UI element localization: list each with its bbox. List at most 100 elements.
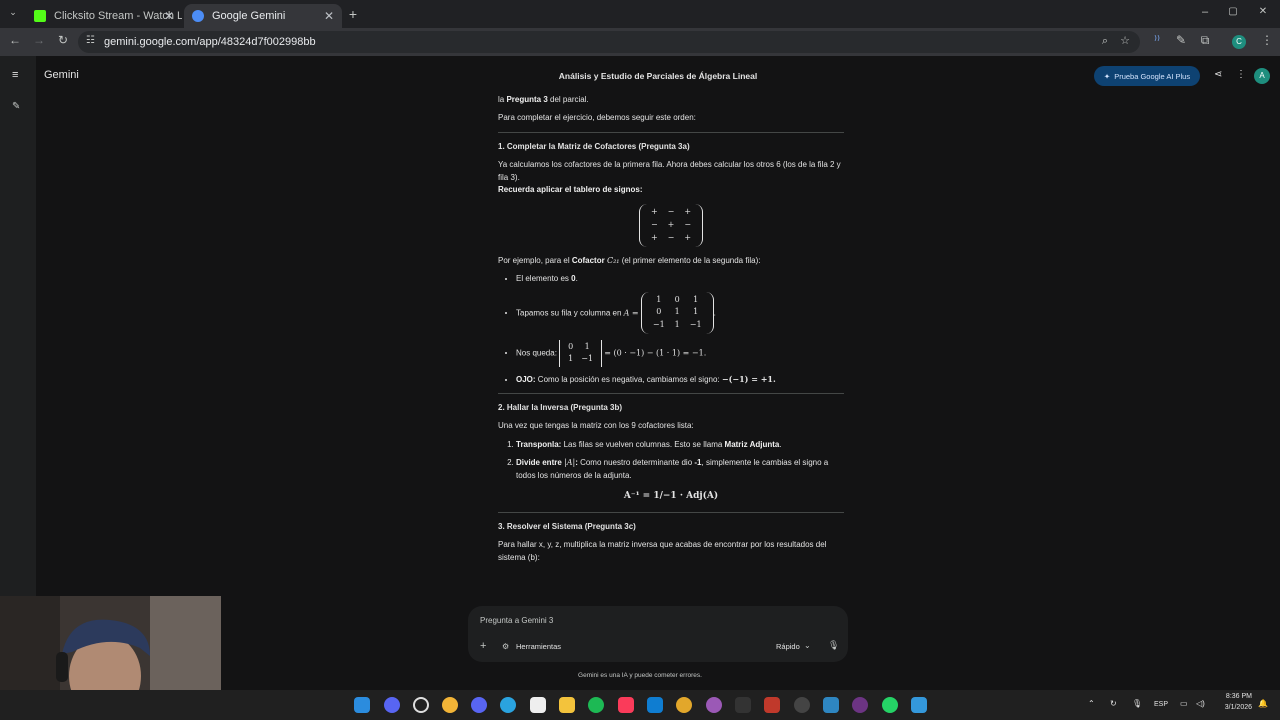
whatsapp-icon[interactable] [882,697,898,713]
music-icon[interactable] [618,697,634,713]
more-options-icon[interactable]: ⋮ [1236,69,1246,80]
prompt-box[interactable]: Pregunta a Gemini 3 + ⚙ Herramientas Ráp… [468,606,848,662]
app-icon[interactable] [442,697,458,713]
clock-time[interactable]: 8:36 PM [1218,693,1252,700]
list-item: Nos queda: 011−1 = (0 · −1) − (1 · 1) = … [516,339,844,367]
matrix-cell: 1 [674,307,680,317]
site-info-icon[interactable]: ☷ [86,35,95,46]
minor-matrix: 0 1 1 −1 [559,339,603,367]
app-icon[interactable] [764,697,780,713]
matrix-cell: 1 [656,294,662,304]
chrome-icon[interactable] [676,697,692,713]
tab-title: Google Gemini [212,10,286,22]
matA-matrix: 1 0 1 0 1 1 −1 1 −1 [640,291,714,334]
menu-kebab-icon[interactable]: ⋮ [1258,33,1276,47]
bullet-list: El elemento es 0. Tapamos su fila y colu… [516,273,844,386]
windows-start-icon[interactable] [354,697,370,713]
paragraph: Por ejemplo, para el Cofactor C₂₁ (el pr… [498,255,761,265]
new-tab-button[interactable]: + [344,6,362,22]
paragraph: la Pregunta 3 del parcial. [498,95,589,104]
zoom-icon[interactable]: ⌕ [1102,35,1108,48]
gemini-app: ≡ ✎ Gemini Análisis y Estudio de Parcial… [0,56,1280,690]
extension-icon[interactable]: ✎ [1172,33,1190,47]
matrix-cell: 0 [656,307,662,317]
matrix-cell: − [650,220,658,230]
network-icon[interactable]: ▭ [1180,699,1188,708]
browser-toolbar: ← → ↻ ☷ gemini.google.com/app/48324d7f00… [0,28,1280,56]
close-icon[interactable]: ✕ [324,9,334,23]
windows-taskbar: ⌃ ↻ 🎙 ESP ▭ ◁) 8:36 PM 3/1/2026 🔔 [0,690,1280,720]
list-item: Tapamos su fila y columna en A = 101011−… [516,291,844,334]
matrix-cell: 1 [674,320,680,330]
kick-icon [34,10,46,22]
profile-icon[interactable]: C [1232,35,1246,49]
upgrade-button[interactable]: ✦ Prueba Google AI Plus [1094,66,1200,86]
matrix-cell: + [684,207,692,217]
tab-clicksito[interactable]: Clicksito Stream - Watch Live o ✕ [26,4,182,28]
mic-tray-icon[interactable]: 🎙 [1132,699,1142,708]
avatar[interactable]: A [1254,68,1270,84]
new-chat-icon[interactable]: ✎ [12,101,20,112]
forward-icon[interactable]: → [30,33,48,47]
signs-matrix: + − + − + − + − + [638,204,704,247]
discord-icon[interactable] [384,697,400,713]
file-explorer-icon[interactable] [559,697,575,713]
clock-date[interactable]: 3/1/2026 [1216,704,1252,711]
matrix-cell: −1 [689,320,702,330]
close-icon[interactable]: ✕ [164,9,174,23]
telegram-icon[interactable] [500,697,516,713]
microphone-icon[interactable]: 🎙 [828,640,839,651]
tools-button[interactable]: Herramientas [516,642,561,651]
vscode-icon[interactable] [647,697,663,713]
app-icon[interactable] [911,697,927,713]
obs-icon[interactable] [413,697,429,713]
matrix-cell: 1 [693,307,699,317]
sync-icon[interactable]: ↻ [1110,699,1117,708]
add-icon[interactable]: + [480,640,486,652]
matrix-cell: −1 [581,354,594,364]
mode-selector[interactable]: Rápido [776,642,800,651]
spotify-icon[interactable] [588,697,604,713]
notion-icon[interactable] [530,697,546,713]
app-icon[interactable] [735,697,751,713]
hamburger-menu-icon[interactable]: ≡ [12,69,18,81]
chevron-down-icon: ⌄ [804,641,811,650]
extensions-puzzle-icon[interactable]: ⧉ [1196,33,1214,48]
tab-search-icon[interactable]: ⌄ [4,7,22,18]
list-item: Transponla: Las filas se vuelven columna… [516,439,844,451]
tray-chevron-icon[interactable]: ⌃ [1088,699,1095,708]
tab-gemini[interactable]: Google Gemini ✕ [184,4,342,28]
app-icon[interactable] [794,697,810,713]
bookmark-star-icon[interactable]: ☆ [1120,34,1130,47]
reload-icon[interactable]: ↻ [54,33,72,47]
gemini-favicon-icon [192,10,204,22]
app-icon[interactable] [852,697,868,713]
ordered-list: Transponla: Las filas se vuelven columna… [516,439,844,482]
share-icon[interactable]: ⋖ [1214,69,1222,80]
language-indicator[interactable]: ESP [1154,701,1168,708]
notifications-icon[interactable]: 🔔 [1258,699,1268,708]
extension-icon[interactable]: ⁾⁾ [1148,33,1166,47]
section-heading: 1. Completar la Matriz de Cofactores (Pr… [498,141,690,151]
matrix-cell: + [684,232,692,242]
prompt-input[interactable]: Pregunta a Gemini 3 [480,616,553,625]
close-window-icon[interactable]: ✕ [1254,6,1272,17]
app-icon[interactable] [823,697,839,713]
paragraph: Para hallar x, y, z, multiplica la matri… [498,540,827,562]
paragraph: Para completar el ejercicio, debemos seg… [498,113,696,123]
divider [498,511,844,513]
tab-title: Clicksito Stream - Watch Live o [54,10,182,22]
maximize-icon[interactable]: ▢ [1224,6,1242,17]
back-icon[interactable]: ← [6,33,24,47]
minimize-icon[interactable]: – [1196,6,1214,18]
address-bar[interactable]: ☷ gemini.google.com/app/48324d7f002998bb… [78,31,1140,53]
side-rail: ≡ ✎ [0,56,36,690]
app-icon[interactable] [706,697,722,713]
discord-icon[interactable] [471,697,487,713]
volume-icon[interactable]: ◁) [1196,699,1205,708]
tab-bar: ⌄ Clicksito Stream - Watch Live o ✕ Goog… [0,0,1280,28]
tools-icon[interactable]: ⚙ [502,642,509,651]
sparkle-icon: ✦ [1103,71,1111,81]
paragraph: Una vez que tengas la matriz con los 9 c… [498,421,694,431]
divider [498,131,844,133]
